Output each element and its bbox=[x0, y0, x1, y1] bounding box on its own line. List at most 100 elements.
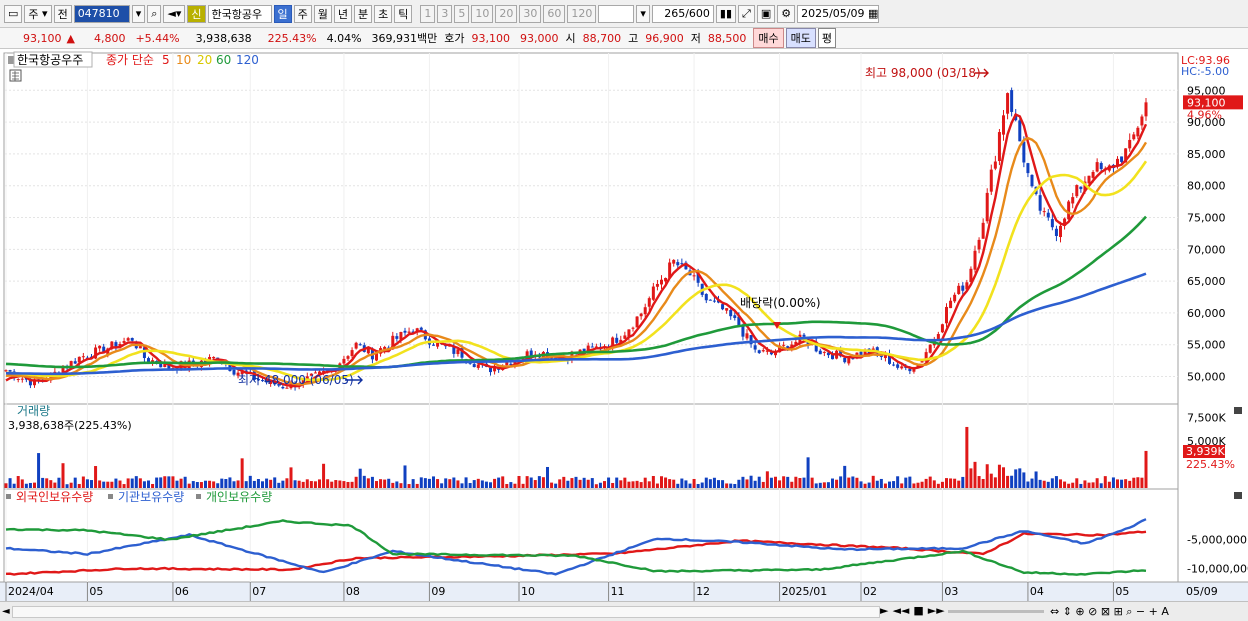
volume-bar bbox=[399, 483, 403, 488]
save-icon[interactable]: ▣ bbox=[756, 4, 776, 23]
volume-bar bbox=[480, 480, 484, 488]
period-minute[interactable]: 분 bbox=[354, 4, 373, 23]
interval-20[interactable]: 20 bbox=[495, 4, 518, 23]
x-tick-label: 04 bbox=[1030, 585, 1044, 598]
average-button[interactable]: 평 bbox=[817, 28, 837, 48]
volume-bar bbox=[594, 484, 598, 488]
stock-chart[interactable]: 95,00090,00085,00080,00075,00070,00065,0… bbox=[0, 50, 1248, 601]
volume-bar bbox=[224, 479, 228, 488]
next-icon[interactable]: ► bbox=[880, 604, 888, 617]
period-day[interactable]: 일 bbox=[273, 4, 292, 23]
volume-bar bbox=[586, 479, 590, 488]
stop-icon[interactable]: ■ bbox=[913, 604, 923, 617]
volume-bar bbox=[920, 481, 924, 488]
interval-10[interactable]: 10 bbox=[471, 4, 494, 23]
interval-30[interactable]: 30 bbox=[519, 4, 542, 23]
x-tick-label: 08 bbox=[346, 585, 360, 598]
volume-panel-close-icon[interactable] bbox=[1234, 407, 1242, 414]
volume-bar bbox=[191, 481, 195, 488]
volume-bar bbox=[366, 478, 370, 488]
volume-bar bbox=[1136, 477, 1140, 488]
x-tick-label: 2024/04 bbox=[8, 585, 54, 598]
fast-forward-icon[interactable]: ►► bbox=[928, 604, 945, 617]
volume-bar bbox=[1091, 482, 1095, 488]
x-tick-label: 03 bbox=[944, 585, 958, 598]
volume-bar bbox=[790, 481, 794, 488]
search-icon[interactable]: ⌕ bbox=[147, 4, 162, 23]
tool-icons[interactable]: ⇔ ⇕ ⊕ ⊘ ⊠ ⊞ ⌕ − + A bbox=[1050, 605, 1169, 619]
holding-panel-close-icon[interactable] bbox=[1234, 492, 1242, 499]
code-dropdown-icon[interactable]: ▾ bbox=[131, 4, 146, 23]
volume-bar bbox=[741, 476, 745, 488]
period-second[interactable]: 초 bbox=[374, 4, 393, 23]
volume-bar bbox=[171, 476, 175, 488]
buy-button[interactable]: 매수 bbox=[753, 28, 784, 48]
volume-bar bbox=[122, 484, 126, 488]
interval-3[interactable]: 3 bbox=[437, 4, 453, 23]
volume-bar bbox=[501, 476, 505, 488]
volume-bar bbox=[916, 482, 920, 488]
type-label: 주 bbox=[28, 7, 39, 21]
volume-bar bbox=[529, 477, 533, 488]
change-value: 4,800 bbox=[93, 31, 126, 45]
type-select[interactable]: 주 ▾ bbox=[24, 4, 52, 23]
price-tick-label: 60,000 bbox=[1187, 307, 1226, 320]
count-field[interactable]: 265/600 bbox=[651, 4, 714, 23]
volume-bar bbox=[676, 483, 680, 488]
trade-amount: 369,931백만 bbox=[371, 32, 438, 45]
volume-bar bbox=[98, 480, 102, 488]
interval-60[interactable]: 60 bbox=[543, 4, 566, 23]
draw-tool-icon[interactable]: ⤢ bbox=[738, 4, 755, 23]
volume-bar bbox=[863, 483, 867, 488]
stock-name-field[interactable]: 한국항공우 bbox=[207, 4, 272, 23]
candle-body bbox=[1087, 175, 1091, 184]
volume-bar bbox=[1026, 481, 1030, 488]
volume-bar bbox=[379, 479, 383, 488]
volume-bar bbox=[655, 483, 659, 488]
candle-body bbox=[1054, 228, 1058, 236]
interval-dropdown-icon[interactable]: ▾ bbox=[636, 4, 650, 23]
volume-bar bbox=[236, 480, 240, 488]
candle-body bbox=[615, 337, 619, 343]
interval-120[interactable]: 120 bbox=[567, 4, 597, 23]
period-year[interactable]: 년 bbox=[333, 4, 352, 23]
period-month[interactable]: 월 bbox=[313, 4, 332, 23]
scroll-left-icon[interactable]: ◄ bbox=[2, 606, 10, 617]
volume-bar bbox=[533, 480, 537, 488]
volume-bar bbox=[4, 483, 8, 488]
chart-window-icon[interactable]: ▭ bbox=[4, 4, 23, 23]
low-price: 88,500 bbox=[707, 31, 747, 45]
volume-bar bbox=[110, 481, 114, 488]
candle-body bbox=[419, 327, 423, 330]
period-week[interactable]: 주 bbox=[293, 4, 312, 23]
zoom-slider[interactable] bbox=[948, 610, 1044, 613]
volume-bar bbox=[562, 476, 566, 488]
candle-body bbox=[708, 299, 712, 301]
stock-code-input[interactable]: 047810 bbox=[73, 4, 130, 23]
rewind-icon[interactable]: ◄◄ bbox=[892, 604, 909, 617]
legend-type: 종가 단순 bbox=[106, 53, 154, 67]
volume-bar bbox=[704, 477, 708, 488]
interval-5[interactable]: 5 bbox=[454, 4, 470, 23]
candle-body bbox=[1002, 115, 1005, 135]
calendar-icon[interactable]: ▦ bbox=[868, 7, 878, 20]
interval-1[interactable]: 1 bbox=[420, 4, 436, 23]
candle-type-icon[interactable]: ▮▮ bbox=[715, 4, 737, 23]
speaker-icon[interactable]: ◄▾ bbox=[163, 4, 186, 23]
horizontal-scrollbar[interactable] bbox=[12, 606, 880, 618]
sell-button[interactable]: 매도 bbox=[785, 28, 816, 48]
gear-icon[interactable]: ⚙ bbox=[777, 4, 796, 23]
interval-custom-input[interactable] bbox=[598, 4, 635, 23]
candle-body bbox=[1091, 172, 1095, 178]
x-tick-label: 05 bbox=[89, 585, 103, 598]
candle-body bbox=[472, 364, 476, 368]
date-field[interactable]: 2025/05/09 ▦ bbox=[797, 4, 880, 23]
candle-body bbox=[1128, 139, 1132, 149]
period-tick[interactable]: 틱 bbox=[394, 4, 413, 23]
volume-bar bbox=[879, 478, 883, 488]
candle-body bbox=[1046, 212, 1050, 218]
volume-bar bbox=[456, 480, 460, 488]
volume-bar bbox=[138, 478, 142, 488]
volume-bar bbox=[147, 480, 150, 488]
prev-button[interactable]: 전 bbox=[53, 4, 72, 23]
